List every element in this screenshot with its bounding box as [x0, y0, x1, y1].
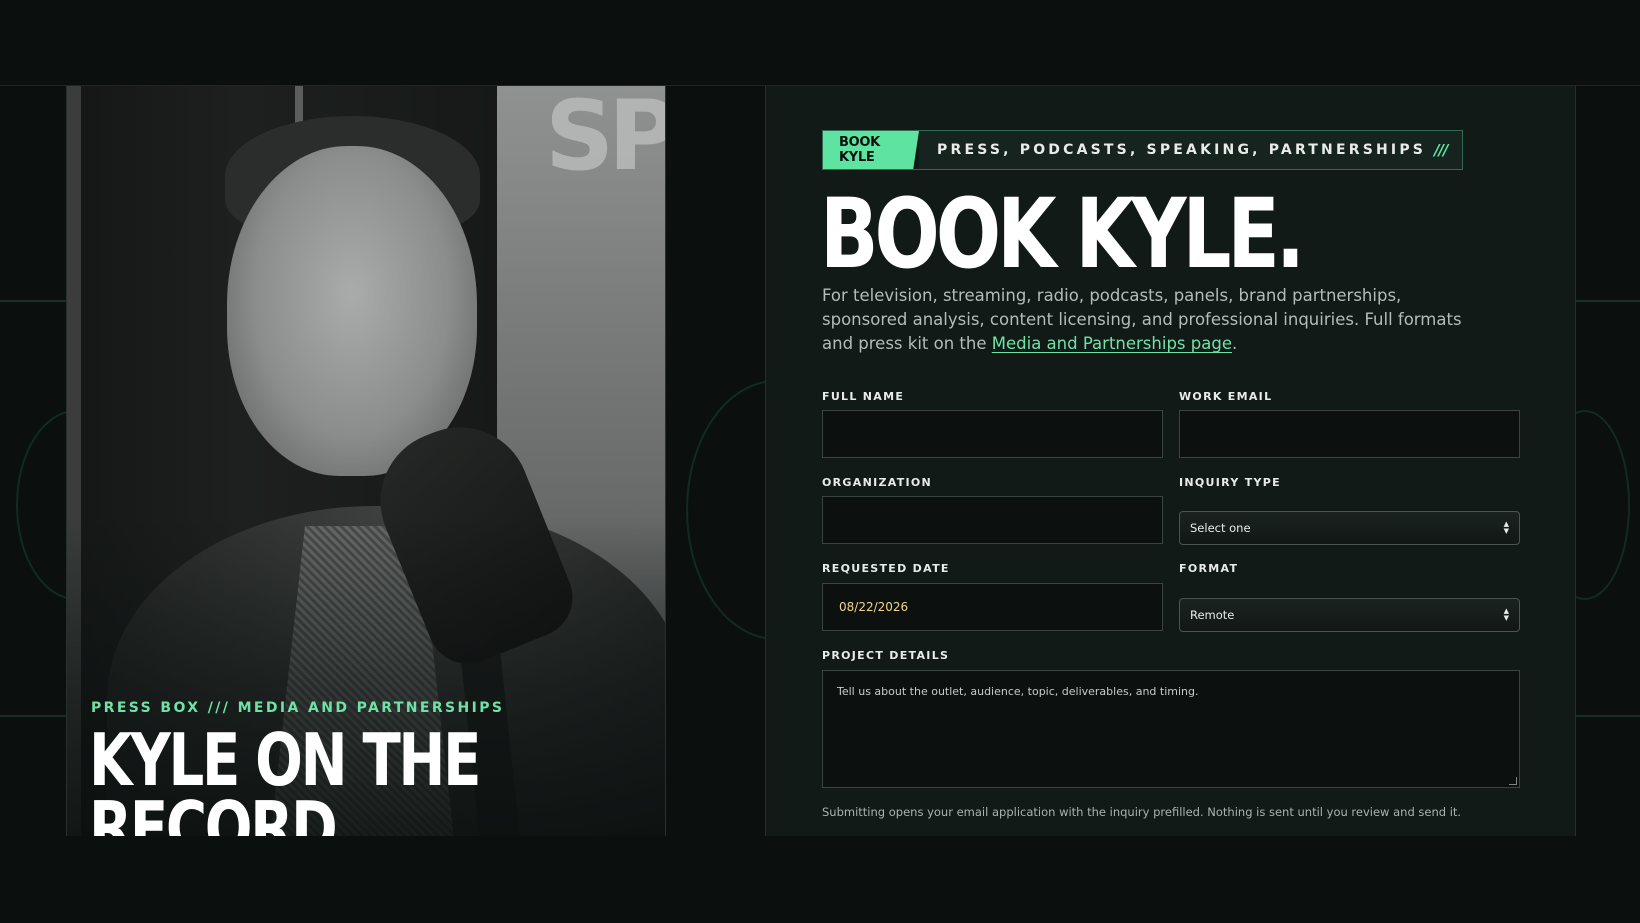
bg-line-top: [0, 300, 66, 302]
bg-line-right-bottom: [1576, 715, 1640, 717]
bg-line-bottom: [0, 715, 66, 717]
hero-photo: SPO PRESS BOX /// MEDIA AND PARTNERSHIPS…: [66, 86, 666, 836]
hero-kicker: PRESS BOX /// MEDIA AND PARTNERSHIPS: [91, 700, 505, 716]
format-select[interactable]: Remote ▲ ▼: [1179, 598, 1520, 632]
project-details-textarea[interactable]: Tell us about the outlet, audience, topi…: [822, 670, 1520, 788]
format-value: Remote: [1190, 608, 1235, 622]
form-footnote: Submitting opens your email application …: [822, 805, 1462, 819]
hero-title: KYLE ON THE RECORD: [89, 718, 526, 836]
work-email-input[interactable]: [1179, 410, 1520, 458]
intro-end: .: [1231, 334, 1238, 353]
requested-date-input[interactable]: 08/22/2026: [822, 583, 1163, 631]
full-name-input[interactable]: [822, 410, 1163, 458]
requested-date-label: REQUESTED DATE: [822, 562, 950, 575]
tagline-slashes: ///: [1434, 141, 1448, 159]
project-details-placeholder: Tell us about the outlet, audience, topi…: [837, 685, 1199, 698]
form-tagline: BOOK KYLE PRESS, PODCASTS, SPEAKING, PAR…: [822, 130, 1463, 170]
hero-title-line-1: KYLE ON THE: [89, 718, 481, 802]
tagline-text: PRESS, PODCASTS, SPEAKING, PARTNERSHIPS …: [919, 131, 1462, 169]
person-face: [227, 146, 477, 476]
booking-form-panel: BOOK KYLE PRESS, PODCASTS, SPEAKING, PAR…: [765, 86, 1576, 836]
resize-grip-icon[interactable]: [1509, 777, 1517, 785]
inquiry-type-label: INQUIRY TYPE: [1179, 476, 1281, 489]
book-kyle-badge: BOOK KYLE: [823, 131, 919, 169]
full-name-label: FULL NAME: [822, 390, 905, 403]
page: SPO PRESS BOX /// MEDIA AND PARTNERSHIPS…: [0, 0, 1640, 923]
media-partnerships-link[interactable]: Media and Partnerships page: [992, 334, 1232, 353]
organization-input[interactable]: [822, 496, 1163, 544]
bg-line-right-top: [1576, 300, 1640, 302]
format-label: FORMAT: [1179, 562, 1239, 575]
form-intro: For television, streaming, radio, podcas…: [822, 284, 1482, 356]
form-title: BOOK KYLE.: [820, 178, 1305, 290]
photo-sign-text: SPO: [545, 86, 665, 192]
top-bar: [0, 0, 1640, 86]
organization-label: ORGANIZATION: [822, 476, 933, 489]
requested-date-value: 08/22/2026: [839, 600, 909, 614]
project-details-label: PROJECT DETAILS: [822, 649, 950, 662]
select-arrows-icon: ▲ ▼: [1503, 607, 1509, 622]
inquiry-type-select[interactable]: Select one ▲ ▼: [1179, 511, 1520, 545]
inquiry-type-value: Select one: [1190, 521, 1251, 535]
tagline-label: PRESS, PODCASTS, SPEAKING, PARTNERSHIPS: [937, 142, 1427, 158]
select-arrows-icon: ▲ ▼: [1503, 520, 1509, 535]
work-email-label: WORK EMAIL: [1179, 390, 1273, 403]
bottom-bar: [0, 836, 1640, 923]
